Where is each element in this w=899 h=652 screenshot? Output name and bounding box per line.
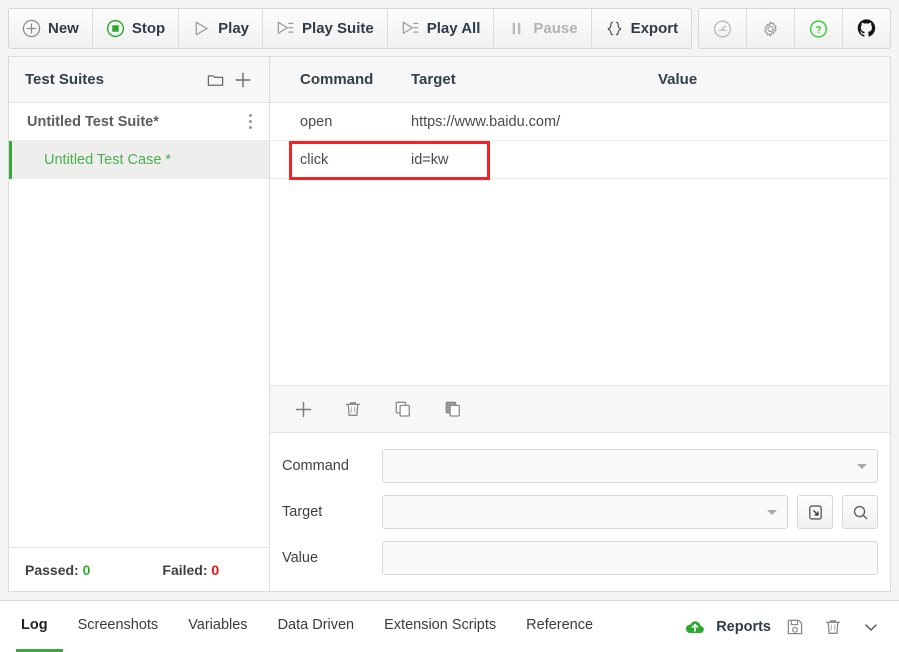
test-case-item-untitled[interactable]: Untitled Test Case * <box>9 141 269 179</box>
command-form: Command Target Value <box>270 433 890 591</box>
command-field-label: Command <box>282 458 349 474</box>
command-field-row: Command <box>270 447 878 485</box>
pause-icon <box>507 19 526 38</box>
target-field-label: Target <box>282 504 323 520</box>
pause-button[interactable]: Pause <box>494 8 592 48</box>
commands-table-body: open https://www.baidu.com/ click id=kw <box>270 103 890 385</box>
command-editor-panel: Command Target Value open https://www.ba… <box>270 56 891 592</box>
playback-button-group: New Stop Play Play Suite Play All Pause … <box>8 7 693 49</box>
test-suite-item[interactable]: Untitled Test Suite* <box>9 103 269 141</box>
value-field-label: Value <box>282 550 319 566</box>
main-body: Test Suites Untitled Test Suite* Untitle… <box>0 56 899 592</box>
tab-data-driven[interactable]: Data Driven <box>263 601 370 652</box>
cloud-upload-icon <box>681 613 709 641</box>
plus-icon[interactable] <box>229 66 257 94</box>
play-button[interactable]: Play <box>179 8 264 48</box>
play-button-label: Play <box>218 19 250 37</box>
stop-button-label: Stop <box>131 19 166 37</box>
chevron-down-icon <box>767 510 777 515</box>
table-row[interactable]: open https://www.baidu.com/ <box>270 103 890 141</box>
play-icon <box>192 19 211 38</box>
speedometer-button[interactable] <box>699 9 747 48</box>
cell-target: id=kw <box>411 151 449 168</box>
sidebar-title: Test Suites <box>25 71 104 88</box>
select-target-icon[interactable] <box>797 495 833 529</box>
paste-command-icon[interactable] <box>438 394 468 424</box>
settings-button[interactable] <box>747 9 795 48</box>
column-header-target: Target <box>411 71 456 88</box>
value-input[interactable] <box>382 541 878 575</box>
svg-text:?: ? <box>815 25 821 36</box>
reports-label: Reports <box>716 618 771 635</box>
suite-stats-footer: Passed: 0 Failed: 0 <box>9 547 269 591</box>
table-row[interactable]: click id=kw <box>270 141 890 180</box>
clear-log-icon[interactable] <box>819 613 847 641</box>
new-folder-icon[interactable] <box>201 66 229 94</box>
passed-stat: Passed: 0 <box>25 562 90 578</box>
column-header-command: Command <box>300 71 374 88</box>
sidebar-header: Test Suites <box>9 57 269 103</box>
test-suites-list: Untitled Test Suite* Untitled Test Case … <box>9 103 269 547</box>
command-actions-toolbar <box>270 385 890 433</box>
tab-reference[interactable]: Reference <box>511 601 608 652</box>
test-suite-name: Untitled Test Suite* <box>27 113 159 130</box>
speedometer-icon <box>713 19 732 38</box>
braces-icon <box>605 19 624 38</box>
github-button[interactable] <box>843 9 890 48</box>
play-suite-button-label: Play Suite <box>302 19 374 37</box>
failed-value: 0 <box>211 561 220 578</box>
new-button-label: New <box>48 19 79 37</box>
test-suites-sidebar: Test Suites Untitled Test Suite* Untitle… <box>8 56 270 592</box>
stop-button[interactable]: Stop <box>93 8 180 48</box>
chevron-down-icon[interactable] <box>857 613 885 641</box>
new-button[interactable]: New <box>9 8 93 48</box>
delete-command-icon[interactable] <box>338 394 368 424</box>
reports-button[interactable]: Reports <box>681 613 771 641</box>
tab-variables[interactable]: Variables <box>173 601 262 652</box>
main-toolbar: New Stop Play Play Suite Play All Pause … <box>0 0 899 56</box>
tab-extension-scripts[interactable]: Extension Scripts <box>369 601 511 652</box>
export-button[interactable]: Export <box>592 9 692 48</box>
target-input[interactable] <box>382 495 788 529</box>
play-suite-button[interactable]: Play Suite <box>263 8 388 48</box>
commands-table-header: Command Target Value <box>270 57 890 103</box>
add-command-icon[interactable] <box>288 394 318 424</box>
export-button-label: Export <box>630 19 679 37</box>
help-icon: ? <box>809 19 828 38</box>
bottom-actions: Reports <box>681 601 885 652</box>
passed-label: Passed: <box>25 561 79 578</box>
utility-button-group: ? <box>698 8 891 49</box>
find-target-icon[interactable] <box>842 495 878 529</box>
bottom-tabs: Log Screenshots Variables Data Driven Ex… <box>16 601 681 652</box>
help-button[interactable]: ? <box>795 9 843 48</box>
tab-log[interactable]: Log <box>16 601 63 652</box>
play-all-icon <box>401 19 420 38</box>
cell-target: https://www.baidu.com/ <box>411 113 561 130</box>
passed-value: 0 <box>82 561 91 578</box>
save-log-icon[interactable] <box>781 613 809 641</box>
target-field-row: Target <box>270 493 878 531</box>
failed-stat: Failed: 0 <box>162 562 219 578</box>
value-field-row: Value <box>270 539 878 577</box>
tab-screenshots[interactable]: Screenshots <box>63 601 174 652</box>
stop-icon <box>106 19 125 38</box>
command-input[interactable] <box>382 449 878 483</box>
column-header-value: Value <box>658 71 698 88</box>
copy-command-icon[interactable] <box>388 394 418 424</box>
selenium-ide-window: New Stop Play Play Suite Play All Pause … <box>0 0 899 652</box>
chevron-down-icon <box>857 464 867 469</box>
play-all-button[interactable]: Play All <box>388 8 495 48</box>
pause-button-label: Pause <box>533 19 578 37</box>
cell-command: click <box>300 151 329 168</box>
play-suite-icon <box>276 19 295 38</box>
cell-command: open <box>300 113 333 130</box>
play-all-button-label: Play All <box>426 19 481 37</box>
bottom-tab-bar: Log Screenshots Variables Data Driven Ex… <box>0 600 899 652</box>
plus-circle-icon <box>22 19 41 38</box>
test-case-name: Untitled Test Case * <box>44 152 172 168</box>
failed-label: Failed: <box>162 561 208 578</box>
gear-icon <box>761 19 780 38</box>
more-vertical-icon[interactable] <box>241 114 259 129</box>
github-icon <box>857 19 876 38</box>
